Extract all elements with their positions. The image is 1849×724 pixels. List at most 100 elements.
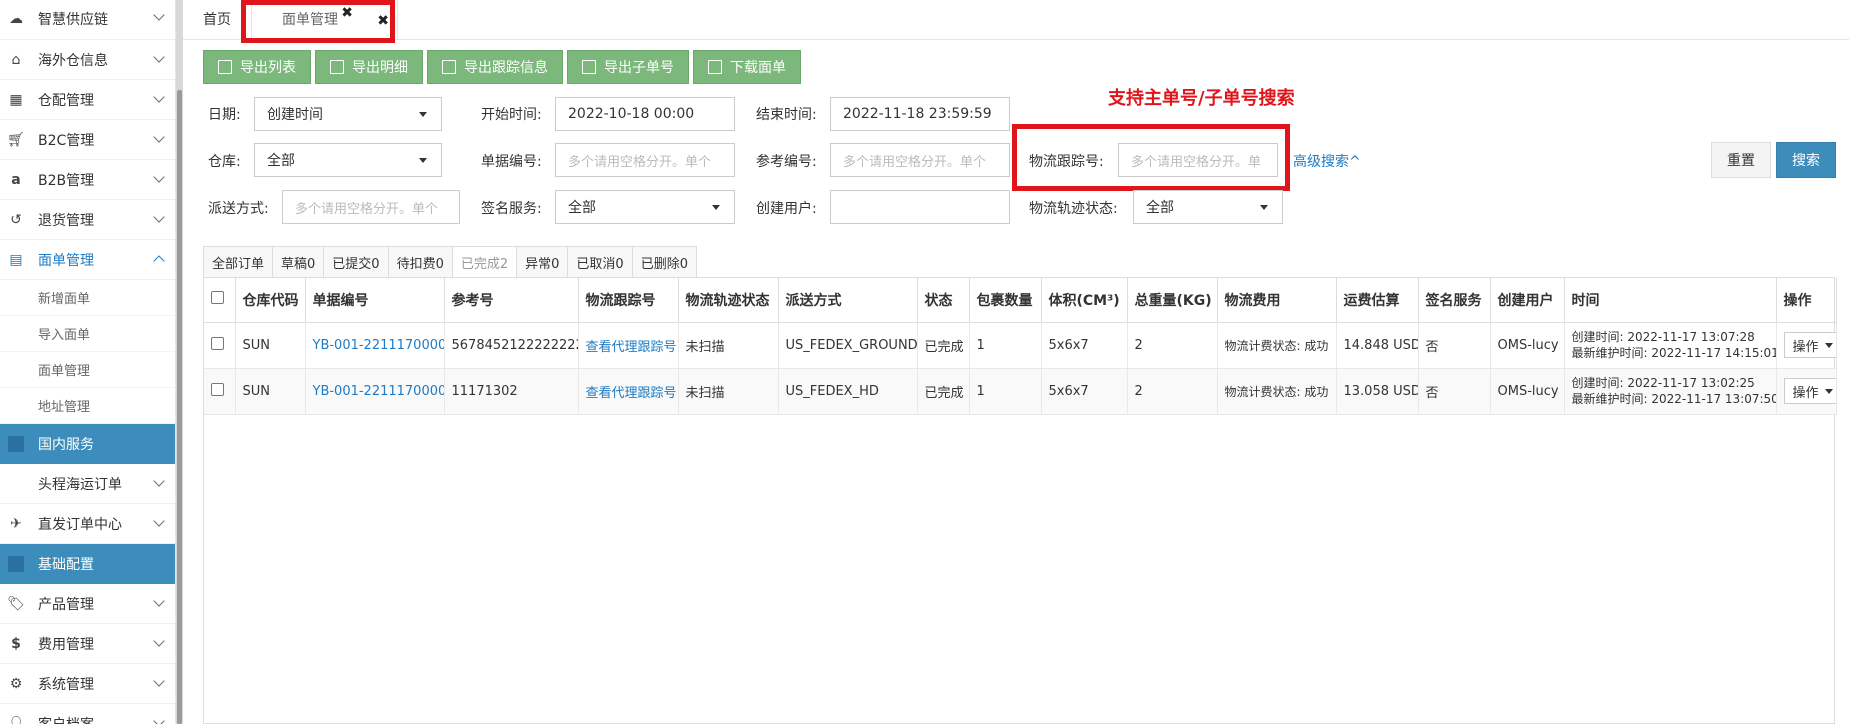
sidebar-item-sea-order[interactable]: 头程海运订单 — [0, 464, 175, 504]
button-label: 导出子单号 — [604, 60, 674, 76]
date-type-select[interactable]: 创建时间 — [254, 97, 442, 131]
dollar-icon: $ — [11, 635, 21, 652]
advanced-search-link[interactable]: 高级搜索^ — [1293, 151, 1361, 171]
main-content: 首页 面单管理 ✖ ✖ 导出列表 导出明细 导出跟踪信息 导出子单号 下载面单 … — [183, 0, 1849, 724]
export-tracking-button[interactable]: 导出跟踪信息 — [427, 50, 563, 84]
cell-status: 已完成 — [917, 322, 970, 369]
operation-dropdown-button[interactable]: 操作 — [1783, 378, 1835, 404]
sidebar-item-b2b[interactable]: a B2B管理 — [0, 160, 175, 200]
row-checkbox[interactable] — [211, 382, 224, 396]
status-tab-all[interactable]: 全部订单 — [203, 246, 273, 278]
chevron-down-icon — [153, 9, 165, 21]
sidebar-sub-address-manage[interactable]: 地址管理 — [0, 388, 175, 424]
sidebar-item-customer[interactable]: 👤︎ 客户档案 — [0, 704, 175, 724]
status-tab-cancelled[interactable]: 已取消0 — [567, 246, 632, 278]
sidebar-item-b2c[interactable]: 🛒︎ B2C管理 — [0, 120, 175, 160]
column-header: 创建用户 — [1490, 278, 1565, 323]
status-tab-deleted[interactable]: 已删除0 — [631, 246, 697, 278]
status-tab-submitted[interactable]: 已提交0 — [323, 246, 388, 278]
cell-weight: 2 — [1127, 368, 1218, 415]
sidebar-item-warehouse-dist[interactable]: ▦ 仓配管理 — [0, 80, 175, 120]
button-label: 操作 — [1792, 339, 1819, 355]
sidebar-section-basic-config[interactable]: 基础配置 — [0, 544, 175, 584]
doc-number-input[interactable]: 多个请用空格分开。单个 — [555, 143, 735, 177]
column-header: 派送方式 — [778, 278, 918, 323]
start-time-input[interactable]: 2022-10-18 00:00 — [555, 97, 735, 131]
scrollbar-thumb[interactable] — [177, 90, 182, 724]
cell-doc-number-link[interactable]: YB-001-22111700001 — [305, 368, 445, 415]
sidebar-item-product[interactable]: 🏷︎ 产品管理 — [0, 584, 175, 624]
column-header: 物流跟踪号 — [578, 278, 679, 323]
creator-label: 创建用户: — [756, 201, 817, 217]
export-sub-number-button[interactable]: 导出子单号 — [567, 50, 689, 84]
amazon-icon: a — [11, 171, 21, 188]
sidebar-item-label: 海外仓信息 — [38, 52, 108, 69]
toolbar: 导出列表 导出明细 导出跟踪信息 导出子单号 下载面单 — [203, 50, 801, 84]
delivery-method-input[interactable]: 多个请用空格分开。单个 — [282, 190, 460, 224]
sidebar-item-fee[interactable]: $ 费用管理 — [0, 624, 175, 664]
cell-track-status: 未扫描 — [678, 322, 779, 369]
cell-tracking-link[interactable]: 查看代理跟踪号 — [578, 368, 679, 415]
sign-service-select[interactable]: 全部 — [555, 190, 735, 224]
warehouse-select[interactable]: 全部 — [254, 143, 442, 177]
input-value: 2022-10-18 00:00 — [568, 106, 695, 122]
status-tab-exception[interactable]: 异常0 — [516, 246, 568, 278]
column-header: 操作 — [1776, 278, 1837, 323]
sidebar-scrollbar[interactable] — [176, 0, 183, 724]
input-placeholder: 多个请用空格分开。单个 — [295, 201, 439, 217]
table-row: SUN YB-001-22111700001 11171302 查看代理跟踪号 … — [204, 368, 1837, 415]
created-time: 创建时间: 2022-11-17 13:02:25 — [1571, 376, 1755, 390]
updated-time: 最新维护时间: 2022-11-17 14:15:01 — [1571, 346, 1776, 360]
sidebar-section-domestic[interactable]: 国内服务 — [0, 424, 175, 464]
cell-warehouse: SUN — [235, 368, 306, 415]
export-icon — [218, 60, 232, 74]
sidebar-item-waybill[interactable]: ▤ 面单管理 — [0, 240, 175, 280]
sidebar-section-label: 国内服务 — [38, 437, 94, 453]
column-header: 时间 — [1564, 278, 1777, 323]
column-header: 物流轨迹状态 — [678, 278, 779, 323]
export-list-button[interactable]: 导出列表 — [203, 50, 311, 84]
sidebar-section-label: 基础配置 — [38, 557, 94, 573]
track-status-select[interactable]: 全部 — [1133, 190, 1283, 224]
cell-weight: 2 — [1127, 322, 1218, 369]
button-label: 导出跟踪信息 — [464, 60, 548, 76]
search-button[interactable]: 搜索 — [1776, 142, 1836, 178]
status-tab-draft[interactable]: 草稿0 — [272, 246, 324, 278]
column-header: 仓库代码 — [235, 278, 306, 323]
plane-icon: ✈ — [10, 515, 22, 532]
ref-number-label: 参考编号: — [756, 154, 817, 170]
end-time-input[interactable]: 2022-11-18 23:59:59 — [830, 97, 1010, 131]
input-placeholder: 多个请用空格分开。单个 — [568, 154, 712, 170]
row-checkbox[interactable] — [211, 336, 224, 350]
cloud-icon: ☁ — [9, 10, 23, 27]
cell-delivery: US_FEDEX_HD — [778, 368, 918, 415]
sidebar-item-returns[interactable]: ↺ 退货管理 — [0, 200, 175, 240]
status-tab-completed[interactable]: 已完成2 — [451, 246, 517, 278]
sidebar-item-system[interactable]: ⚙ 系统管理 — [0, 664, 175, 704]
sidebar-sub-new-waybill[interactable]: 新增面单 — [0, 280, 175, 316]
sidebar-item-direct-order[interactable]: ✈ 直发订单中心 — [0, 504, 175, 544]
button-label: 导出明细 — [352, 60, 408, 76]
status-tab-pending-fee[interactable]: 待扣费0 — [387, 246, 452, 278]
row-select-cell — [204, 368, 236, 415]
status-tabs: 全部订单 草稿0 已提交0 待扣费0 已完成2 异常0 已取消0 已删除0 — [203, 246, 697, 278]
chevron-down-icon — [153, 91, 165, 103]
creator-input[interactable] — [830, 190, 1010, 224]
reset-button[interactable]: 重置 — [1711, 142, 1771, 178]
export-icon — [330, 60, 344, 74]
ref-number-input[interactable]: 多个请用空格分开。单个 — [830, 143, 1010, 177]
sidebar-sub-waybill-manage[interactable]: 面单管理 — [0, 352, 175, 388]
sidebar-item-smart-supply[interactable]: ☁ 智慧供应链 — [0, 0, 175, 40]
button-label: 导出列表 — [240, 60, 296, 76]
highlight-box — [241, 0, 395, 43]
sidebar-sub-import-waybill[interactable]: 导入面单 — [0, 316, 175, 352]
cell-doc-number-link[interactable]: YB-001-22111700002 — [305, 322, 445, 369]
chevron-down-icon — [153, 675, 165, 687]
cell-tracking-link[interactable]: 查看代理跟踪号 — [578, 322, 679, 369]
sidebar-item-overseas-warehouse[interactable]: ⌂ 海外仓信息 — [0, 40, 175, 80]
download-waybill-button[interactable]: 下载面单 — [693, 50, 801, 84]
column-header: 总重量(KG) — [1127, 278, 1218, 323]
export-detail-button[interactable]: 导出明细 — [315, 50, 423, 84]
operation-dropdown-button[interactable]: 操作 — [1783, 332, 1835, 358]
select-all-checkbox[interactable] — [211, 291, 224, 305]
